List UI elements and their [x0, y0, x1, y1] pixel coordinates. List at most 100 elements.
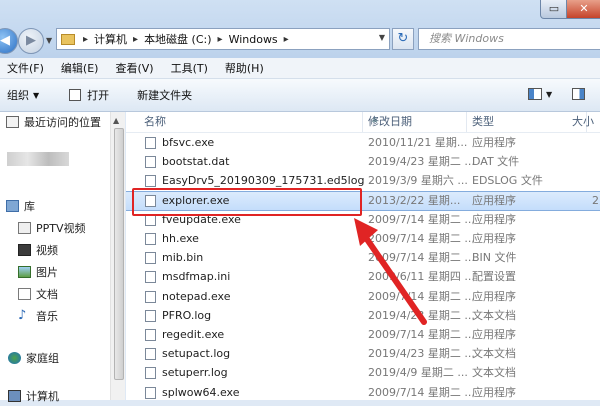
nav-label-libraries: 库 [24, 200, 35, 213]
file-type: BIN 文件 [472, 251, 517, 265]
nav-label-music: 音乐 [36, 310, 58, 323]
file-type: 应用程序 [472, 289, 516, 303]
chevron-down-icon[interactable]: ▼ [546, 90, 552, 99]
file-name: bfsvc.exe [162, 136, 215, 149]
file-modified-date: 2010/11/21 星期... [368, 136, 468, 149]
new-folder-button[interactable]: 新建文件夹 [137, 87, 192, 103]
chevron-right-icon[interactable]: ▸ [218, 34, 223, 45]
search-input[interactable]: 搜索 Windows [418, 28, 600, 50]
refresh-button[interactable]: ↻ [392, 28, 414, 50]
address-bar[interactable]: ▸ 计算机 ▸ 本地磁盘 (C:) ▸ Windows ▸ ▼ [56, 28, 390, 50]
highlight-box-explorer [132, 188, 362, 216]
nav-label-computer: 计算机 [26, 390, 59, 403]
recent-places-icon [6, 116, 19, 128]
file-name: mib.bin [162, 251, 204, 265]
column-label-size: 大小 [572, 115, 594, 128]
preview-pane-icon[interactable] [572, 88, 585, 100]
close-button[interactable]: ✕ [566, 0, 600, 19]
column-header-type[interactable]: 类型 [472, 112, 587, 132]
scrollbar-thumb[interactable] [114, 128, 124, 380]
picture-icon [18, 266, 31, 278]
file-icon [145, 156, 156, 169]
file-modified-date: 2013/2/22 星期... [368, 193, 461, 207]
table-row[interactable]: bfsvc.exe 2010/11/21 星期... 应用程序 [126, 133, 600, 153]
file-modified-date: 2019/3/9 星期六 ... [368, 174, 468, 188]
refresh-icon: ↻ [397, 31, 409, 46]
table-row[interactable]: bootstat.dat 2019/4/23 星期二 ... DAT 文件 [126, 152, 600, 172]
file-icon [145, 309, 156, 322]
column-header-modified[interactable]: 修改日期 [368, 112, 467, 132]
file-modified-date: 2019/4/9 星期二 ... [368, 366, 468, 380]
file-name: regedit.exe [162, 328, 225, 341]
open-button[interactable]: 打开 [69, 87, 109, 103]
back-button[interactable]: ◀ [0, 28, 18, 54]
file-type: 应用程序 [472, 212, 516, 226]
breadcrumb-local-disk[interactable]: 本地磁盘 (C:) [144, 31, 211, 47]
organize-label: 组织 [7, 89, 29, 102]
arrow-left-icon: ◀ [0, 33, 10, 48]
file-modified-date: 2019/4/23 星期二 ... [368, 347, 475, 361]
homegroup-icon [8, 352, 21, 364]
open-icon [69, 89, 82, 101]
breadcrumb-computer[interactable]: 计算机 [94, 31, 127, 47]
file-name: notepad.exe [162, 289, 231, 303]
computer-icon [8, 390, 21, 402]
chevron-down-icon: ▼ [33, 90, 40, 100]
blurred-user-item [7, 152, 69, 166]
file-icon [145, 348, 156, 361]
menu-tools[interactable]: 工具(T) [164, 60, 218, 76]
file-icon [145, 290, 156, 303]
scroll-up-icon[interactable]: ▲ [113, 116, 119, 125]
file-type: EDSLOG 文件 [472, 174, 543, 188]
chevron-right-icon[interactable]: ▸ [83, 34, 88, 45]
menu-file[interactable]: 文件(F) [0, 60, 54, 76]
menu-edit[interactable]: 编辑(E) [54, 60, 109, 76]
file-size: 2, [592, 193, 600, 207]
file-name: PFRO.log [162, 308, 212, 322]
chevron-right-icon[interactable]: ▸ [133, 34, 138, 45]
table-row[interactable]: setupact.log 2019/4/23 星期二 ... 文本文档 [126, 344, 600, 364]
document-icon [18, 288, 31, 300]
file-icon [145, 252, 156, 265]
folder-icon [61, 33, 75, 45]
nav-label-documents: 文档 [36, 288, 58, 301]
command-toolbar: 组织 ▼ 打开 新建文件夹 [0, 79, 600, 112]
file-type: 应用程序 [472, 193, 516, 207]
film-icon [18, 244, 31, 256]
forward-button[interactable]: ▶ [18, 28, 44, 54]
file-type: 应用程序 [472, 328, 516, 341]
organize-button[interactable]: 组织 ▼ [7, 87, 39, 103]
address-history-dropdown[interactable]: ▼ [379, 33, 385, 42]
arrow-right-icon: ▶ [26, 33, 36, 48]
chevron-right-icon[interactable]: ▸ [284, 34, 289, 45]
column-label-type: 类型 [472, 115, 494, 128]
column-header-size[interactable]: 大小 [572, 112, 600, 132]
music-note-icon: ♪ [18, 308, 27, 323]
menu-help[interactable]: 帮助(H) [218, 60, 274, 76]
file-name: hh.exe [162, 232, 199, 245]
menu-view[interactable]: 查看(V) [108, 60, 163, 76]
menu-bar: 文件(F) 编辑(E) 查看(V) 工具(T) 帮助(H) [0, 58, 600, 79]
library-icon [6, 200, 19, 212]
file-icon [145, 233, 156, 245]
recent-pages-dropdown[interactable]: ▼ [46, 36, 52, 45]
file-modified-date: 2019/4/23 星期二 ... [368, 155, 475, 169]
file-name: msdfmap.ini [162, 270, 231, 284]
navigation-scrollbar[interactable]: ▲ [110, 112, 125, 400]
change-view-icon[interactable] [528, 88, 542, 100]
file-icon [145, 386, 156, 399]
open-label: 打开 [87, 89, 110, 102]
nav-label-pptv-video: PPTV视频 [36, 222, 86, 235]
file-type: DAT 文件 [472, 155, 520, 169]
file-type: 文本文档 [472, 366, 516, 380]
breadcrumb-windows[interactable]: Windows [229, 33, 278, 46]
nav-label-homegroup: 家庭组 [26, 352, 59, 365]
table-row[interactable]: setuperr.log 2019/4/9 星期二 ... 文本文档 [126, 363, 600, 383]
column-header-name[interactable]: 名称 ▲ [144, 112, 377, 132]
column-label-name: 名称 [144, 115, 166, 128]
maximize-button[interactable]: ▭ [540, 0, 568, 19]
file-name: setupact.log [162, 347, 231, 361]
nav-label-recent: 最近访问的位置 [24, 116, 101, 129]
file-icon [145, 175, 156, 188]
file-icon [145, 271, 156, 284]
